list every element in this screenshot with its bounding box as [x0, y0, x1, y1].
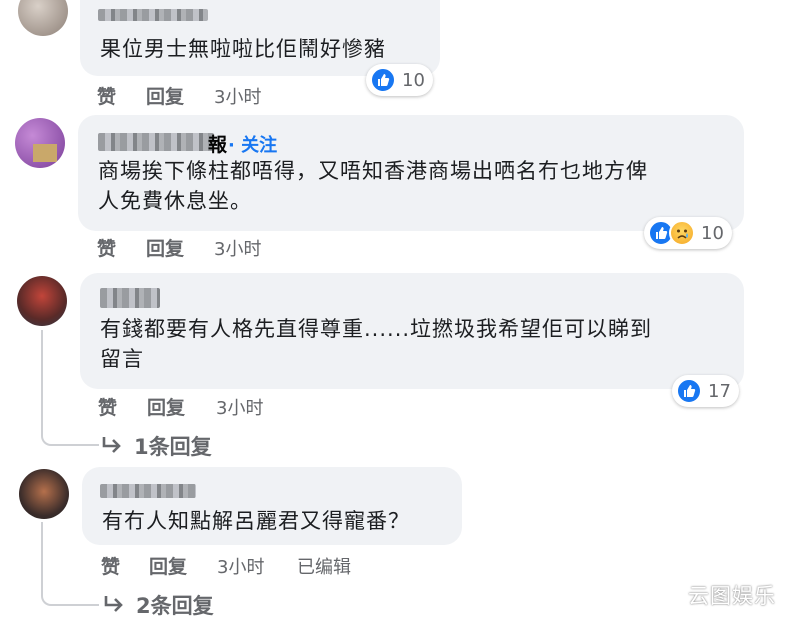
replies-label: 1条回复: [134, 435, 212, 459]
replies-label: 2条回复: [136, 594, 214, 618]
reaction-summary[interactable]: 10: [644, 217, 732, 249]
reply-button[interactable]: 回复: [149, 552, 187, 579]
like-icon: [676, 378, 702, 404]
avatar[interactable]: [15, 118, 65, 168]
avatar[interactable]: [19, 469, 69, 519]
comment-text-line1: 有錢都要有人格先直得尊重......垃撚圾我希望佢可以睇到: [100, 317, 653, 341]
avatar-badge: [33, 144, 57, 162]
reaction-summary[interactable]: 10: [366, 64, 433, 96]
reaction-summary[interactable]: 17: [672, 375, 739, 407]
commenter-name[interactable]: [98, 9, 208, 21]
reply-button[interactable]: 回复: [147, 393, 185, 420]
like-icon: [370, 67, 396, 93]
comment-text: 有冇人知點解呂麗君又得寵番？: [102, 509, 410, 533]
like-button[interactable]: 赞: [97, 82, 116, 109]
avatar[interactable]: [18, 0, 68, 36]
comment-text-line1: 商場挨下條柱都唔得，又唔知香港商場出哂名冇乜地方俾: [98, 159, 648, 183]
reply-arrow-icon: [102, 437, 121, 453]
comment-text-line2: 人免費休息坐。: [98, 189, 252, 213]
timestamp[interactable]: 3小时: [217, 553, 264, 579]
view-replies-button[interactable]: 2条回复: [102, 590, 214, 620]
comment-text: 果位男士無啦啦比佢鬧好慘豬: [100, 37, 386, 61]
timestamp[interactable]: 3小时: [214, 83, 261, 109]
like-button[interactable]: 赞: [98, 393, 117, 420]
view-replies-button[interactable]: 1条回复: [100, 431, 212, 461]
sad-icon: [669, 220, 695, 246]
like-button[interactable]: 赞: [101, 552, 120, 579]
timestamp[interactable]: 3小时: [216, 394, 263, 420]
timestamp[interactable]: 3小时: [214, 235, 261, 261]
edited-label: 已编辑: [297, 557, 351, 578]
commenter-name[interactable]: [100, 484, 196, 498]
reaction-count: 10: [701, 222, 724, 244]
like-button[interactable]: 赞: [97, 234, 116, 261]
avatar[interactable]: [17, 276, 67, 326]
reaction-count: 10: [402, 69, 425, 91]
comment-text-line2: 留言: [100, 347, 144, 371]
follow-button[interactable]: · 关注: [228, 131, 277, 157]
commenter-name-suffix[interactable]: 報: [208, 130, 227, 157]
commenter-name[interactable]: [98, 133, 214, 151]
reply-button[interactable]: 回复: [146, 234, 184, 261]
commenter-name[interactable]: [100, 288, 160, 308]
reaction-count: 17: [708, 380, 731, 402]
reply-arrow-icon: [104, 596, 123, 612]
watermark: 云图娱乐: [688, 584, 776, 608]
reply-button[interactable]: 回复: [146, 82, 184, 109]
